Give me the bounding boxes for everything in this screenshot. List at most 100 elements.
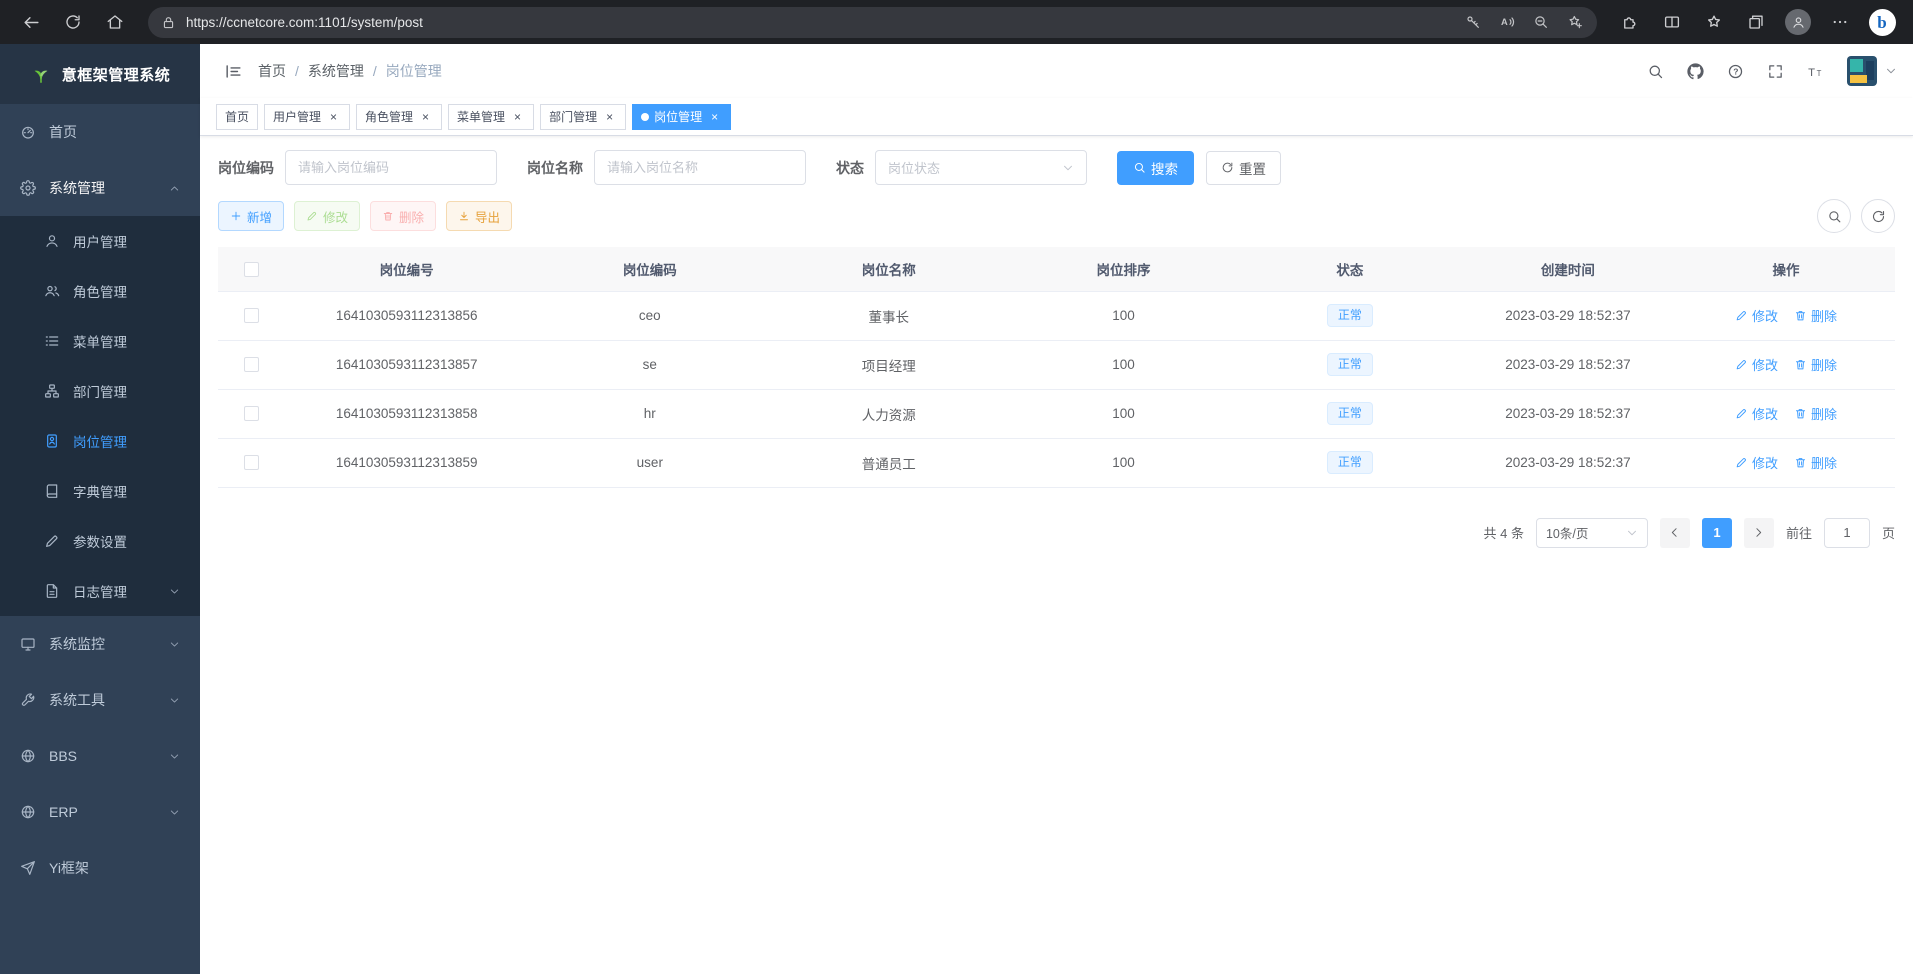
top-navbar: 首页/系统管理/岗位管理 ?TT <box>200 44 1913 98</box>
tab[interactable]: 用户管理× <box>264 104 350 130</box>
close-icon[interactable]: × <box>418 109 433 124</box>
row-checkbox[interactable] <box>244 406 259 421</box>
fullscreen-icon[interactable] <box>1759 55 1791 87</box>
row-edit-link[interactable]: 修改 <box>1735 404 1778 423</box>
chevron-down-icon <box>1062 162 1074 174</box>
back-icon[interactable] <box>12 5 50 39</box>
home-icon[interactable] <box>96 5 134 39</box>
active-tab-dot <box>641 113 649 121</box>
table-body: 1641030593112313856ceo董事长100正常2023-03-29… <box>218 291 1895 487</box>
extensions-icon[interactable] <box>1611 5 1649 39</box>
table-row: 1641030593112313859user普通员工100正常2023-03-… <box>218 438 1895 487</box>
sidebar-item[interactable]: 字典管理 <box>0 466 200 516</box>
tab[interactable]: 菜单管理× <box>448 104 534 130</box>
sidebar-item[interactable]: 岗位管理 <box>0 416 200 466</box>
app-logo[interactable]: 意框架管理系统 <box>0 44 200 104</box>
status-select-placeholder: 岗位状态 <box>888 158 940 177</box>
svg-text:T: T <box>1816 68 1821 77</box>
file-icon <box>44 583 62 599</box>
sidebar-item[interactable]: 部门管理 <box>0 366 200 416</box>
search-button[interactable]: 搜索 <box>1117 151 1194 185</box>
tab[interactable]: 首页 <box>216 104 258 130</box>
sidebar-item[interactable]: 菜单管理 <box>0 316 200 366</box>
sidebar-item[interactable]: 日志管理 <box>0 566 200 616</box>
breadcrumb-item[interactable]: 系统管理 <box>308 61 364 81</box>
page-1-button[interactable]: 1 <box>1702 518 1732 548</box>
breadcrumb-item[interactable]: 首页 <box>258 61 286 81</box>
favorite-add-icon[interactable] <box>1559 9 1591 36</box>
tab[interactable]: 角色管理× <box>356 104 442 130</box>
sidebar-item[interactable]: 系统监控 <box>0 616 200 672</box>
prev-page-button[interactable] <box>1660 518 1690 548</box>
select-all-checkbox[interactable] <box>244 262 259 277</box>
goto-page-input[interactable] <box>1824 518 1870 548</box>
reset-button[interactable]: 重置 <box>1206 151 1281 185</box>
sidebar-item[interactable]: 参数设置 <box>0 516 200 566</box>
row-delete-link[interactable]: 删除 <box>1794 404 1837 423</box>
copilot-icon[interactable]: b <box>1863 5 1901 39</box>
close-icon[interactable]: × <box>707 109 722 124</box>
close-icon[interactable]: × <box>510 109 525 124</box>
cell-post-id: 1641030593112313858 <box>285 389 528 438</box>
text-size-icon[interactable]: TT <box>1799 55 1831 87</box>
edit-button[interactable]: 修改 <box>294 201 360 231</box>
avatar-block-navy <box>1866 61 1874 80</box>
status-select[interactable]: 岗位状态 <box>875 150 1087 185</box>
sidebar-item[interactable]: ERP <box>0 784 200 840</box>
more-icon[interactable] <box>1821 5 1859 39</box>
site-info-lock-icon[interactable] <box>161 15 176 30</box>
logo-leaf-icon <box>30 63 52 85</box>
github-icon[interactable] <box>1679 55 1711 87</box>
row-checkbox[interactable] <box>244 308 259 323</box>
zoom-icon[interactable] <box>1525 9 1557 36</box>
row-delete-link[interactable]: 删除 <box>1794 306 1837 325</box>
favorites-icon[interactable] <box>1695 5 1733 39</box>
chevron-down-icon[interactable] <box>1885 65 1897 77</box>
cell-post-code: ceo <box>528 291 771 340</box>
split-screen-icon[interactable] <box>1653 5 1691 39</box>
row-edit-link[interactable]: 修改 <box>1735 306 1778 325</box>
close-icon[interactable]: × <box>326 109 341 124</box>
read-aloud-icon[interactable]: A <box>1491 9 1523 36</box>
post-code-input[interactable] <box>285 150 497 185</box>
row-checkbox[interactable] <box>244 455 259 470</box>
sidebar-item[interactable]: 系统管理 <box>0 160 200 216</box>
table-row: 1641030593112313858hr人力资源100正常2023-03-29… <box>218 389 1895 438</box>
sidebar-item[interactable]: 角色管理 <box>0 266 200 316</box>
tab[interactable]: 岗位管理× <box>632 104 731 130</box>
page-size-select[interactable]: 10条/页 <box>1536 518 1648 548</box>
row-checkbox[interactable] <box>244 357 259 372</box>
refresh-icon[interactable] <box>54 5 92 39</box>
refresh-table-button[interactable] <box>1861 199 1895 233</box>
export-button[interactable]: 导出 <box>446 201 512 231</box>
user-avatar[interactable] <box>1847 56 1877 86</box>
status-label: 状态 <box>836 158 864 178</box>
toggle-search-button[interactable] <box>1817 199 1851 233</box>
collections-icon[interactable] <box>1737 5 1775 39</box>
row-edit-link[interactable]: 修改 <box>1735 453 1778 472</box>
org-tree-icon <box>44 383 62 399</box>
sidebar-item[interactable]: Yi框架 <box>0 840 200 896</box>
add-button[interactable]: 新增 <box>218 201 284 231</box>
key-icon[interactable] <box>1457 9 1489 36</box>
close-icon[interactable]: × <box>602 109 617 124</box>
row-delete-link[interactable]: 删除 <box>1794 453 1837 472</box>
svg-text:?: ? <box>1733 66 1738 76</box>
address-bar[interactable]: https://ccnetcore.com:1101/system/post A <box>148 7 1597 38</box>
row-edit-link[interactable]: 修改 <box>1735 355 1778 374</box>
tab[interactable]: 部门管理× <box>540 104 626 130</box>
sidebar-item[interactable]: 用户管理 <box>0 216 200 266</box>
delete-button[interactable]: 删除 <box>370 201 436 231</box>
sidebar-item[interactable]: BBS <box>0 728 200 784</box>
help-icon[interactable]: ? <box>1719 55 1751 87</box>
row-delete-link[interactable]: 删除 <box>1794 355 1837 374</box>
sidebar-item[interactable]: 首页 <box>0 104 200 160</box>
sidebar-item[interactable]: 系统工具 <box>0 672 200 728</box>
post-name-input[interactable] <box>594 150 806 185</box>
next-page-button[interactable] <box>1744 518 1774 548</box>
monitor-icon <box>20 636 38 652</box>
profile-avatar[interactable] <box>1779 5 1817 39</box>
search-icon[interactable] <box>1639 55 1671 87</box>
users-icon <box>44 283 62 299</box>
sidebar-collapse-button[interactable] <box>216 54 250 88</box>
